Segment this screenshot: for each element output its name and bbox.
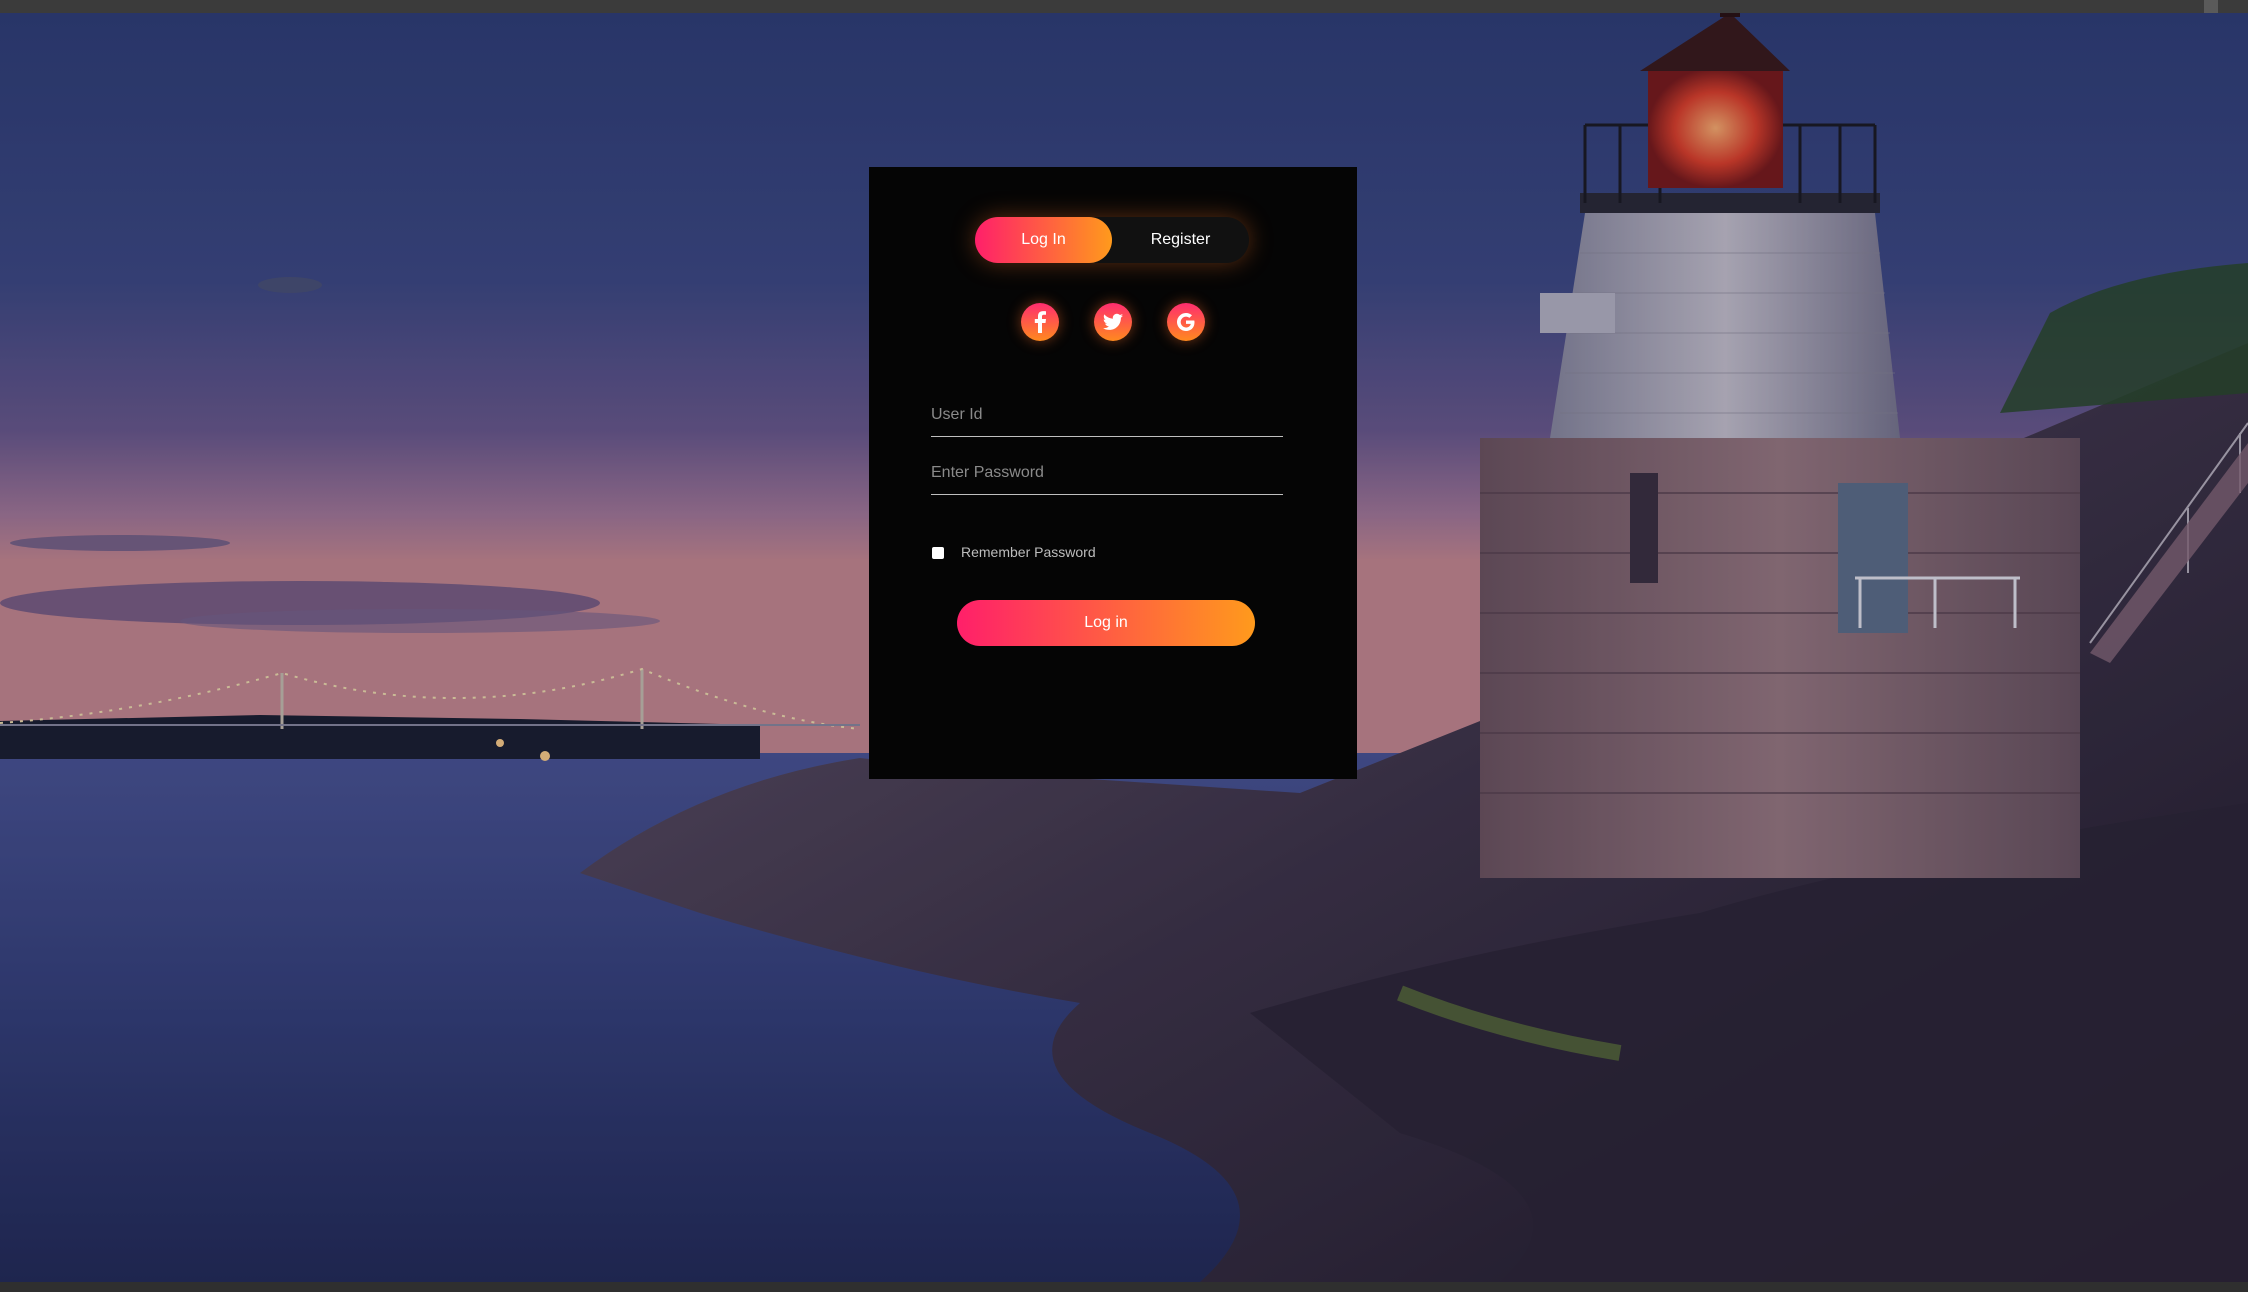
facebook-icon[interactable] [1021,303,1059,341]
tab-register[interactable]: Register [1112,217,1249,263]
browser-top-bar [0,0,2248,13]
browser-bottom-bar [0,1282,2248,1292]
twitter-icon[interactable] [1094,303,1132,341]
remember-password-checkbox[interactable] [932,547,944,559]
social-login-icons [869,303,1357,343]
password-input[interactable] [931,454,1283,492]
tab-login[interactable]: Log In [975,217,1112,263]
user-id-input[interactable] [931,396,1283,434]
auth-tab-toggle: Log In Register [975,217,1249,263]
google-icon[interactable] [1167,303,1205,341]
window-corner [2204,0,2218,13]
user-id-field [931,396,1283,437]
login-card: Log In Register Remember Password Log in [869,167,1357,779]
remember-password-label: Remember Password [961,544,1096,560]
login-submit-button[interactable]: Log in [957,600,1255,646]
password-field [931,454,1283,495]
